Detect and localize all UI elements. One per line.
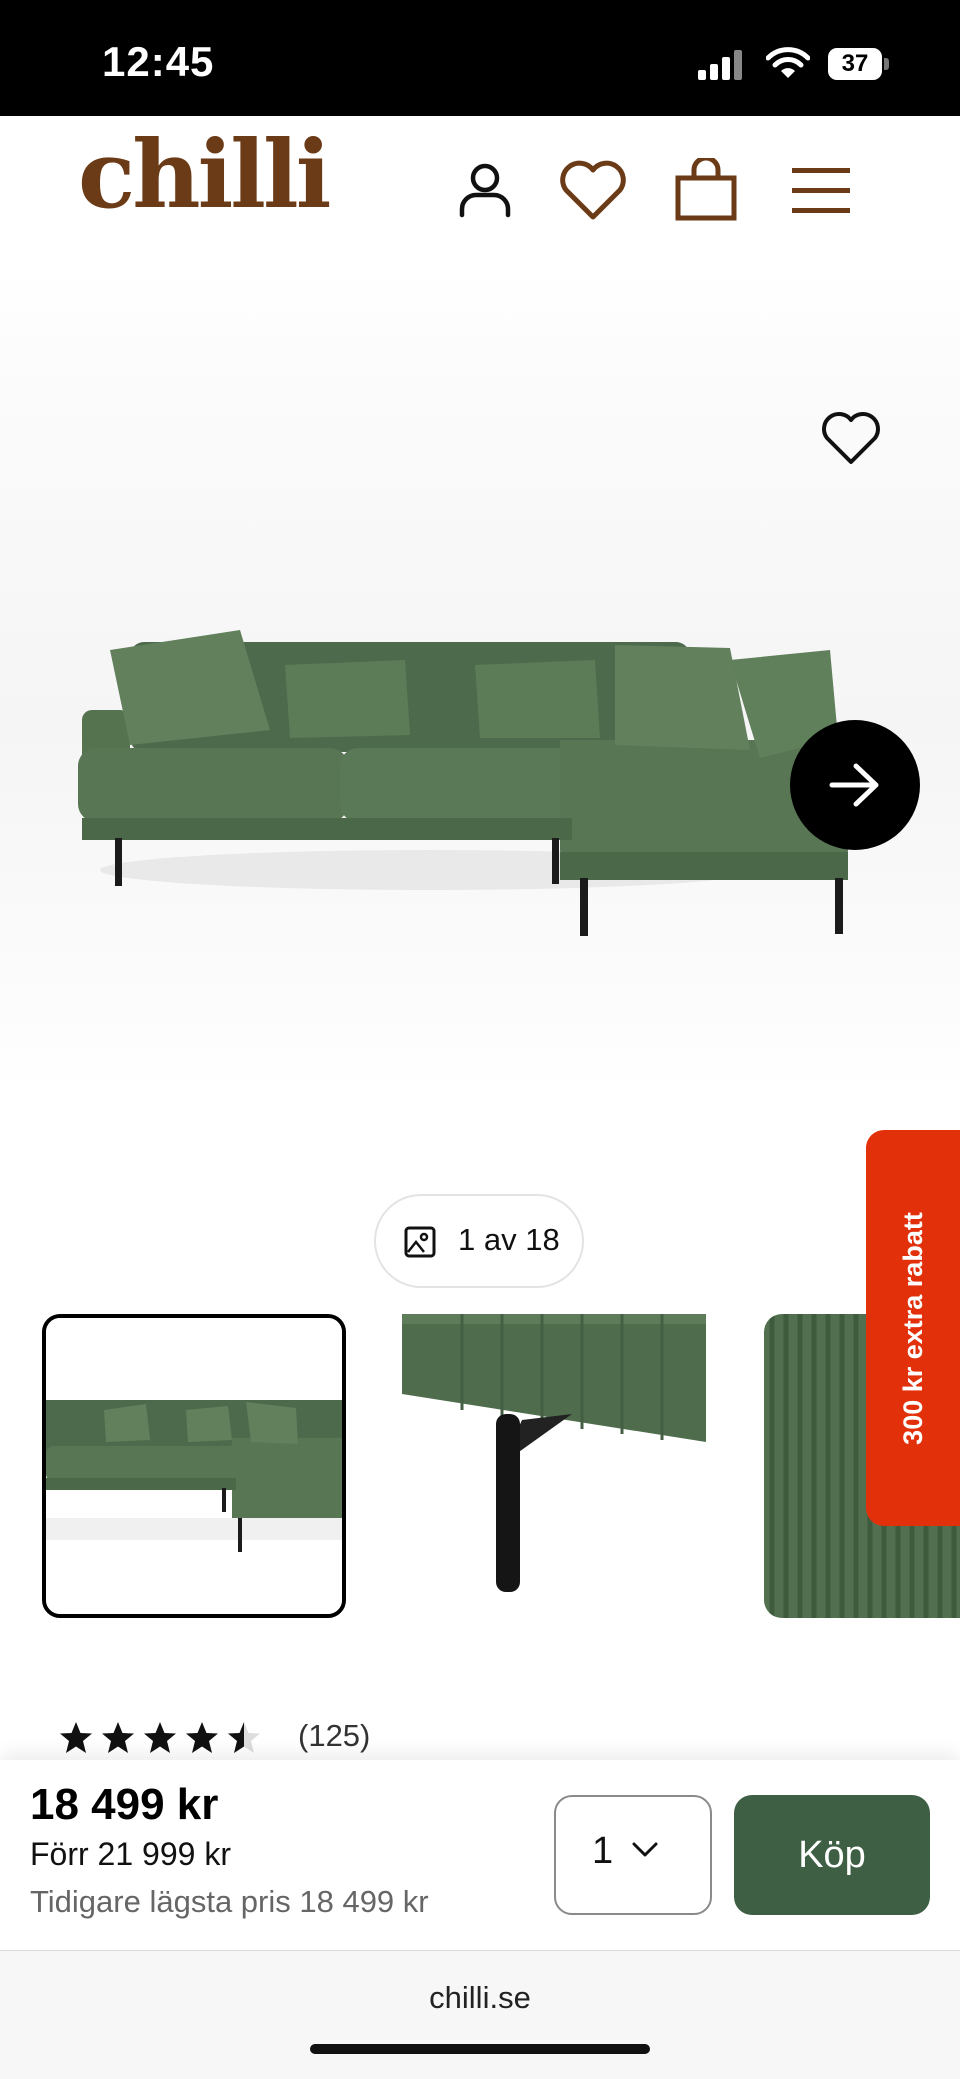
thumbnail-2[interactable] bbox=[402, 1314, 706, 1618]
menu-icon[interactable] bbox=[790, 166, 852, 216]
half-star-icon bbox=[228, 1722, 244, 1753]
user-icon[interactable] bbox=[458, 162, 512, 218]
star-icon bbox=[60, 1722, 92, 1753]
heart-icon[interactable] bbox=[558, 160, 628, 222]
chilli-logo[interactable]: chilli bbox=[78, 128, 331, 222]
rating-stars bbox=[60, 1722, 260, 1753]
promo-text-wrap: 300 kr extra rabatt bbox=[866, 1130, 960, 1526]
status-time: 12:45 bbox=[102, 38, 215, 85]
battery-icon: 37 bbox=[828, 48, 882, 80]
favorite-heart-icon[interactable] bbox=[820, 410, 882, 466]
current-price: 18 499 kr bbox=[30, 1780, 219, 1829]
image-counter-text: 1 av 18 bbox=[458, 1222, 560, 1257]
battery-tip bbox=[884, 58, 889, 70]
lowest-price: Tidigare lägsta pris 18 499 kr bbox=[30, 1884, 429, 1919]
thumbnail-1[interactable] bbox=[42, 1314, 346, 1618]
home-indicator bbox=[310, 2044, 650, 2054]
url-text[interactable]: chilli.se bbox=[0, 1980, 960, 2016]
product-image-sofa bbox=[78, 630, 848, 936]
thumbnail-leg-image bbox=[402, 1314, 706, 1592]
chevron-down-icon bbox=[632, 1842, 658, 1857]
before-price: Förr 21 999 kr bbox=[30, 1836, 231, 1872]
star-icon bbox=[186, 1722, 218, 1753]
quantity-value: 1 bbox=[592, 1830, 614, 1872]
image-icon bbox=[404, 1226, 436, 1258]
rating-count[interactable]: (125) bbox=[298, 1718, 370, 1754]
star-icon bbox=[102, 1722, 134, 1753]
bag-icon[interactable] bbox=[674, 158, 738, 222]
star-icon bbox=[144, 1722, 176, 1753]
promo-label: 300 kr extra rabatt bbox=[897, 1211, 928, 1445]
arrow-right-icon bbox=[829, 763, 879, 807]
wifi-icon bbox=[766, 47, 810, 78]
thumbnail-sofa-image bbox=[46, 1318, 342, 1614]
buy-button[interactable]: Köp bbox=[734, 1795, 930, 1915]
signal-icon bbox=[698, 50, 742, 80]
